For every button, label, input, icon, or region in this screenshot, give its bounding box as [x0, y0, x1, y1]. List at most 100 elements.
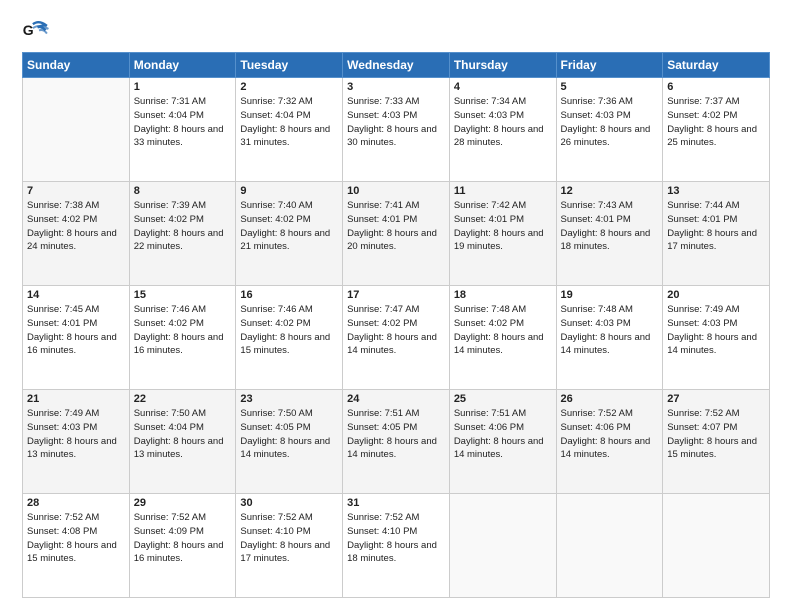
logo-icon: G	[22, 18, 50, 46]
day-number: 22	[134, 393, 232, 405]
calendar-cell	[663, 494, 770, 598]
weekday-header: Saturday	[663, 53, 770, 78]
day-number: 19	[561, 289, 659, 301]
calendar-cell: 21Sunrise: 7:49 AMSunset: 4:03 PMDayligh…	[23, 390, 130, 494]
calendar-cell: 25Sunrise: 7:51 AMSunset: 4:06 PMDayligh…	[449, 390, 556, 494]
day-number: 20	[667, 289, 765, 301]
day-number: 18	[454, 289, 552, 301]
calendar-cell: 23 Sunrise: 7:50 AMSunset: 4:05 PMDayligh…	[236, 390, 343, 494]
day-info: Sunrise: 7:40 AMSunset: 4:02 PMDaylight:…	[240, 199, 338, 254]
day-info: Sunrise: 7:43 AMSunset: 4:01 PMDaylight:…	[561, 199, 659, 254]
day-info: Sunrise: 7:44 AMSunset: 4:01 PMDaylight:…	[667, 199, 765, 254]
day-number: 11	[454, 185, 552, 197]
calendar-cell: 6Sunrise: 7:37 AMSunset: 4:02 PMDaylight…	[663, 78, 770, 182]
calendar-cell: 17 Sunrise: 7:47 AMSunset: 4:02 PMDayligh…	[343, 286, 450, 390]
day-number: 6	[667, 81, 765, 93]
day-info: Sunrise: 7:51 AMSunset: 4:06 PMDaylight:…	[454, 407, 552, 462]
calendar-cell: 10 Sunrise: 7:41 AMSunset: 4:01 PMDayligh…	[343, 182, 450, 286]
calendar-cell	[449, 494, 556, 598]
day-info: Sunrise: 7:52 AMSunset: 4:07 PMDaylight:…	[667, 407, 765, 462]
day-info: Sunrise: 7:41 AMSunset: 4:01 PMDaylight:…	[347, 199, 445, 254]
day-info: Sunrise: 7:52 AMSunset: 4:10 PMDaylight:…	[347, 511, 445, 566]
day-info: Sunrise: 7:50 AMSunset: 4:05 PMDaylight:…	[240, 407, 338, 462]
day-number: 9	[240, 185, 338, 197]
day-info: Sunrise: 7:36 AMSunset: 4:03 PMDaylight:…	[561, 95, 659, 150]
calendar-cell: 5 Sunrise: 7:36 AMSunset: 4:03 PMDaylight…	[556, 78, 663, 182]
day-info: Sunrise: 7:52 AMSunset: 4:10 PMDaylight:…	[240, 511, 338, 566]
day-info: Sunrise: 7:46 AMSunset: 4:02 PMDaylight:…	[134, 303, 232, 358]
calendar-cell	[23, 78, 130, 182]
calendar: SundayMondayTuesdayWednesdayThursdayFrid…	[22, 52, 770, 598]
day-number: 30	[240, 497, 338, 509]
weekday-header: Friday	[556, 53, 663, 78]
day-number: 17	[347, 289, 445, 301]
day-info: Sunrise: 7:50 AMSunset: 4:04 PMDaylight:…	[134, 407, 232, 462]
calendar-cell: 3 Sunrise: 7:33 AMSunset: 4:03 PMDaylight…	[343, 78, 450, 182]
day-info: Sunrise: 7:42 AMSunset: 4:01 PMDaylight:…	[454, 199, 552, 254]
day-info: Sunrise: 7:47 AMSunset: 4:02 PMDaylight:…	[347, 303, 445, 358]
day-number: 12	[561, 185, 659, 197]
day-number: 16	[240, 289, 338, 301]
day-number: 23	[240, 393, 338, 405]
day-number: 13	[667, 185, 765, 197]
day-number: 3	[347, 81, 445, 93]
weekday-header: Sunday	[23, 53, 130, 78]
day-number: 8	[134, 185, 232, 197]
calendar-cell: 16 Sunrise: 7:46 AMSunset: 4:02 PMDayligh…	[236, 286, 343, 390]
day-info: Sunrise: 7:52 AMSunset: 4:06 PMDaylight:…	[561, 407, 659, 462]
weekday-header: Monday	[129, 53, 236, 78]
day-info: Sunrise: 7:33 AMSunset: 4:03 PMDaylight:…	[347, 95, 445, 150]
day-number: 2	[240, 81, 338, 93]
day-number: 21	[27, 393, 125, 405]
page: G SundayMondayTuesdayWednesdayThursdayFr…	[0, 0, 792, 612]
logo: G	[22, 18, 52, 46]
day-info: Sunrise: 7:39 AMSunset: 4:02 PMDaylight:…	[134, 199, 232, 254]
day-info: Sunrise: 7:49 AMSunset: 4:03 PMDaylight:…	[667, 303, 765, 358]
calendar-cell: 27 Sunrise: 7:52 AMSunset: 4:07 PMDayligh…	[663, 390, 770, 494]
day-info: Sunrise: 7:31 AMSunset: 4:04 PMDaylight:…	[134, 95, 232, 150]
calendar-cell	[556, 494, 663, 598]
day-number: 31	[347, 497, 445, 509]
calendar-cell: 12 Sunrise: 7:43 AMSunset: 4:01 PMDayligh…	[556, 182, 663, 286]
day-number: 4	[454, 81, 552, 93]
calendar-cell: 11 Sunrise: 7:42 AMSunset: 4:01 PMDayligh…	[449, 182, 556, 286]
day-info: Sunrise: 7:45 AMSunset: 4:01 PMDaylight:…	[27, 303, 125, 358]
day-info: Sunrise: 7:38 AMSunset: 4:02 PMDaylight:…	[27, 199, 125, 254]
calendar-cell: 24 Sunrise: 7:51 AMSunset: 4:05 PMDayligh…	[343, 390, 450, 494]
day-info: Sunrise: 7:46 AMSunset: 4:02 PMDaylight:…	[240, 303, 338, 358]
weekday-header: Tuesday	[236, 53, 343, 78]
header: G	[22, 18, 770, 46]
day-info: Sunrise: 7:52 AMSunset: 4:08 PMDaylight:…	[27, 511, 125, 566]
calendar-cell: 30 Sunrise: 7:52 AMSunset: 4:10 PMDayligh…	[236, 494, 343, 598]
day-info: Sunrise: 7:32 AMSunset: 4:04 PMDaylight:…	[240, 95, 338, 150]
day-number: 24	[347, 393, 445, 405]
calendar-cell: 9 Sunrise: 7:40 AMSunset: 4:02 PMDaylight…	[236, 182, 343, 286]
calendar-cell: 7 Sunrise: 7:38 AMSunset: 4:02 PMDaylight…	[23, 182, 130, 286]
calendar-cell: 8 Sunrise: 7:39 AMSunset: 4:02 PMDaylight…	[129, 182, 236, 286]
weekday-header: Thursday	[449, 53, 556, 78]
day-number: 1	[134, 81, 232, 93]
calendar-cell: 31 Sunrise: 7:52 AMSunset: 4:10 PMDayligh…	[343, 494, 450, 598]
day-info: Sunrise: 7:34 AMSunset: 4:03 PMDaylight:…	[454, 95, 552, 150]
calendar-cell: 19 Sunrise: 7:48 AMSunset: 4:03 PMDayligh…	[556, 286, 663, 390]
day-number: 14	[27, 289, 125, 301]
calendar-cell: 13 Sunrise: 7:44 AMSunset: 4:01 PMDayligh…	[663, 182, 770, 286]
calendar-cell: 18 Sunrise: 7:48 AMSunset: 4:02 PMDayligh…	[449, 286, 556, 390]
day-number: 5	[561, 81, 659, 93]
day-info: Sunrise: 7:48 AMSunset: 4:03 PMDaylight:…	[561, 303, 659, 358]
day-info: Sunrise: 7:51 AMSunset: 4:05 PMDaylight:…	[347, 407, 445, 462]
day-number: 29	[134, 497, 232, 509]
calendar-cell: 20 Sunrise: 7:49 AMSunset: 4:03 PMDayligh…	[663, 286, 770, 390]
calendar-cell: 2 Sunrise: 7:32 AMSunset: 4:04 PMDaylight…	[236, 78, 343, 182]
day-info: Sunrise: 7:48 AMSunset: 4:02 PMDaylight:…	[454, 303, 552, 358]
weekday-header: Wednesday	[343, 53, 450, 78]
calendar-cell: 14 Sunrise: 7:45 AMSunset: 4:01 PMDayligh…	[23, 286, 130, 390]
day-number: 28	[27, 497, 125, 509]
calendar-cell: 28 Sunrise: 7:52 AMSunset: 4:08 PMDayligh…	[23, 494, 130, 598]
calendar-cell: 22 Sunrise: 7:50 AMSunset: 4:04 PMDayligh…	[129, 390, 236, 494]
calendar-cell: 15Sunrise: 7:46 AMSunset: 4:02 PMDayligh…	[129, 286, 236, 390]
day-number: 10	[347, 185, 445, 197]
day-number: 7	[27, 185, 125, 197]
calendar-cell: 26Sunrise: 7:52 AMSunset: 4:06 PMDayligh…	[556, 390, 663, 494]
day-number: 27	[667, 393, 765, 405]
